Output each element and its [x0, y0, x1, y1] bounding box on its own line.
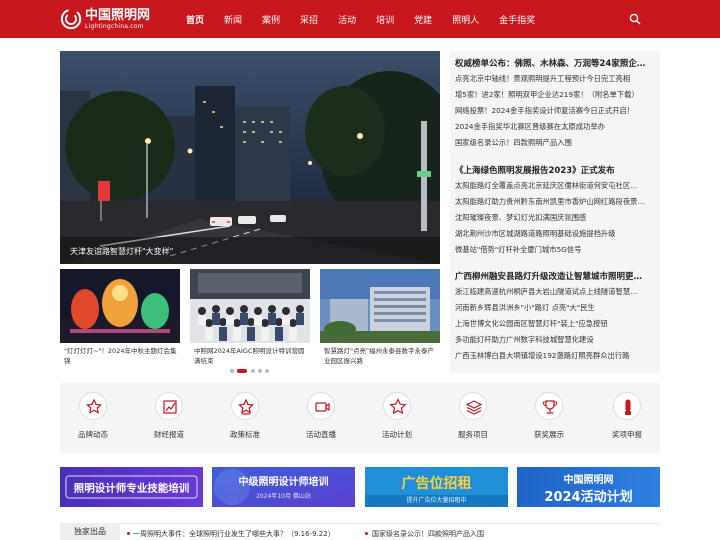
nav-cases[interactable]: 案例 [262, 13, 280, 26]
news-item[interactable]: 多功能灯杆助力广州数字科技城智慧化建设 [455, 335, 658, 345]
banner-intermediate-training[interactable]: 中级照明设计师培训 2024年10月 佛山站 [212, 467, 355, 507]
site-logo[interactable]: 中国照明网 Lightingchina.com [60, 6, 160, 32]
service-policy[interactable]: 政策标准 [215, 392, 275, 448]
service-projects[interactable]: 服务项目 [443, 392, 503, 448]
star-icon [389, 398, 407, 415]
night-street-photo [60, 51, 440, 264]
carousel-dot[interactable] [265, 369, 269, 373]
banner-4-subtext: 2024活动计划 [544, 489, 632, 505]
layers-icon [465, 400, 483, 415]
thumbnail-caption-1[interactable]: "灯灯灯灯~"！2024年中秋主题灯会集锦 [60, 346, 180, 368]
star-icon [238, 398, 254, 415]
news-item[interactable]: 太阳能路灯助力贵州黔东南州凯里市香炉山网红路段夜景… [455, 197, 658, 207]
logo-swirl-icon [60, 8, 82, 30]
nav-news[interactable]: 新闻 [224, 13, 242, 26]
banner-3-subtext: 提升广告位大量招租中 [406, 496, 466, 504]
carousel-dot[interactable] [251, 369, 255, 373]
exclusive-news-item[interactable]: 一周照明大事件：全球照明行业发生了哪些大事？（9.16-9.22） [133, 529, 335, 539]
thumbnail-aigc-training[interactable] [190, 269, 310, 343]
headline-title-1[interactable]: 权威榜单公布：佛照、木林森、万润等24家照企… [455, 57, 655, 69]
search-icon[interactable] [629, 13, 641, 25]
main-nav: 首页 新闻 案例 采招 活动 培训 党建 照明人 金手指奖 [186, 0, 535, 38]
nav-training[interactable]: 培训 [376, 13, 394, 26]
thumb-icon [625, 399, 631, 415]
exclusive-tag: 独家出品 [60, 523, 120, 540]
service-award-application[interactable]: 奖项申报 [597, 392, 657, 448]
banner-designer-training[interactable]: 照明设计师专业技能培训 [60, 467, 203, 507]
banner-2-text: 中级照明设计师培训 [239, 475, 329, 488]
carousel-dot-active[interactable] [237, 369, 247, 373]
thumbnail-smart-streetlight[interactable] [320, 269, 440, 343]
service-finance[interactable]: 财经报道 [139, 392, 199, 448]
banner-4-text: 中国照明网 [564, 473, 614, 486]
banner-ad-space[interactable]: 广告位招租 提升广告位大量招租中 [365, 467, 508, 507]
banner-graphic: 中国照明网 2024活动计划 [517, 467, 660, 507]
star-badge-icon [86, 398, 102, 414]
trophy-icon [542, 400, 558, 414]
exclusive-news-item[interactable]: 国家级名录公示！四款照明产品入围 [372, 529, 484, 539]
banner-2024-plan[interactable]: 中国照明网 2024活动计划 [517, 467, 660, 507]
hero-caption[interactable]: 天津友谊路智慧灯杆"大变样" [70, 246, 173, 257]
news-item[interactable]: 沈阳璀璨夜景、梦幻灯光扣满国庆氛围感 [455, 213, 658, 223]
news-item[interactable]: 增5家！进2家！照明双甲企业达219家！（附名单下载） [455, 90, 658, 100]
headline-title-2[interactable]: 《上海绿色照明发展报告2023》正式发布 [455, 164, 655, 176]
news-item[interactable]: 湖北荆州沙市区城湖路道路照明基础设施提档升级 [455, 229, 658, 239]
group-photo [190, 269, 310, 343]
service-event-plan[interactable]: 活动计划 [367, 392, 427, 448]
video-icon [315, 402, 330, 412]
news-item[interactable]: 广西玉林博白县大垌镇增设192盏路灯照亮群众出行路 [455, 351, 658, 361]
building-photo [320, 269, 440, 343]
banner-1-text: 照明设计师专业技能培训 [74, 482, 190, 495]
headline-title-3[interactable]: 广西柳州融安县路灯升级改造让智慧城市照明更… [455, 270, 655, 282]
nav-golden-finger-award[interactable]: 金手指奖 [499, 13, 535, 26]
banner-graphic: 中级照明设计师培训 2024年10月 佛山站 [212, 467, 355, 507]
news-item[interactable]: 上海世博文化公园南区智慧灯杆"装上"应急按钮 [455, 319, 658, 329]
thumbnail-lantern-festival[interactable] [60, 269, 180, 343]
news-item[interactable]: 国家级名录公示！四款照明产品入围 [455, 138, 658, 148]
carousel-dot[interactable] [230, 369, 234, 373]
banner-graphic: 照明设计师专业技能培训 [60, 467, 203, 507]
news-item[interactable]: 浙江临建高速杭州桐庐县大岩山隧道试点上线隧道智慧… [455, 287, 658, 297]
bullet-icon [365, 532, 368, 535]
nav-party[interactable]: 党建 [414, 13, 432, 26]
lantern-photo [60, 269, 180, 343]
nav-people[interactable]: 照明人 [452, 13, 479, 26]
nav-procurement[interactable]: 采招 [300, 13, 318, 26]
banner-2-subtext: 2024年10月 佛山站 [256, 492, 311, 500]
nav-events[interactable]: 活动 [338, 13, 356, 26]
nav-home[interactable]: 首页 [186, 13, 204, 26]
service-live[interactable]: 活动直播 [291, 392, 351, 448]
banner-graphic: 广告位招租 提升广告位大量招租中 [365, 467, 508, 507]
news-item[interactable]: 网络投票！2024金手指奖设计师复活赛今日正式开启！ [455, 106, 658, 116]
thumbnail-caption-2[interactable]: 中照网2024年AIGC照明设计特训营圆满结束 [190, 346, 310, 368]
news-item[interactable]: 2024金手指奖华北赛区晋级赛在太原成功举办 [455, 122, 658, 132]
news-item[interactable]: 太阳能路灯全覆盖点亮北京延庆区儒林街道何安屯社区… [455, 181, 658, 191]
service-awards-showcase[interactable]: 获奖展示 [519, 392, 579, 448]
carousel-dot[interactable] [258, 369, 262, 373]
service-brand-news[interactable]: 品牌动态 [63, 392, 123, 448]
logo-subtitle: Lightingchina.com [85, 22, 144, 30]
hero-carousel-image[interactable] [60, 51, 440, 264]
bullet-icon [127, 532, 130, 535]
news-item[interactable]: 河南新乡辉县洪洲乡"小"路灯 点亮"大"民生 [455, 303, 658, 313]
thumbnail-caption-3[interactable]: 智慧路灯"点亮"福州永泰县数字永泰产业园区振兴路 [320, 346, 440, 368]
chart-icon [163, 400, 177, 414]
news-item[interactable]: 点亮北京中轴线！景观照明提升工程预计今日完工亮相 [455, 74, 658, 84]
news-item[interactable]: 微基站"借势"灯杆补全厦门城市5G信号 [455, 245, 658, 255]
logo-name: 中国照明网 [85, 7, 151, 23]
banner-3-text: 广告位招租 [402, 475, 472, 492]
